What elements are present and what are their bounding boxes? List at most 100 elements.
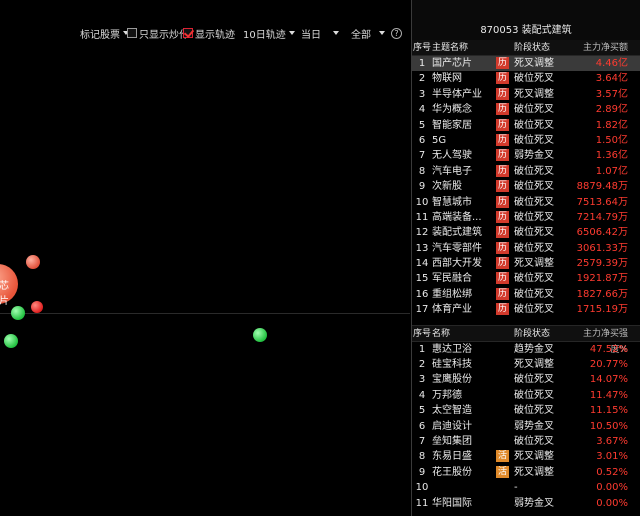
stock-row[interactable]: 1 惠达卫浴 趋势金叉 47.52% bbox=[412, 342, 640, 357]
row-value: 8879.48万 bbox=[576, 181, 628, 193]
row-value: 1.07亿 bbox=[595, 165, 628, 177]
theme-row[interactable]: 6 5G 历破位死叉 1.50亿 bbox=[412, 133, 640, 148]
theme-table-header: 序号 主题名称 阶段状态 主力净买额 bbox=[412, 40, 640, 56]
theme-row[interactable]: 16 重组松绑 历破位死叉 1827.66万 bbox=[412, 287, 640, 302]
history-badge[interactable]: 历 bbox=[496, 210, 509, 223]
row-name: 万邦德 bbox=[432, 389, 462, 401]
theme-row[interactable]: 14 西部大开发 历死叉调整 2579.39万 bbox=[412, 256, 640, 271]
history-badge[interactable]: 历 bbox=[496, 257, 509, 270]
history-badge[interactable]: 活 bbox=[496, 465, 509, 478]
stock-row[interactable]: 11 华阳国际 弱势金叉 0.00% bbox=[412, 496, 640, 511]
history-badge[interactable]: 历 bbox=[496, 180, 509, 193]
zero-axis-line bbox=[0, 313, 410, 314]
row-no: 6 bbox=[418, 420, 426, 432]
history-badge[interactable]: 历 bbox=[496, 303, 509, 316]
theme-row[interactable]: 9 次新股 历破位死叉 8879.48万 bbox=[412, 179, 640, 194]
row-no: 11 bbox=[415, 497, 429, 509]
history-badge[interactable]: 历 bbox=[496, 272, 509, 285]
bubble-orange[interactable] bbox=[26, 255, 40, 269]
show-track-checkbox[interactable] bbox=[183, 28, 193, 38]
stock-row[interactable]: 4 万邦德 破位死叉 11.47% bbox=[412, 388, 640, 403]
period-dropdown[interactable]: 当日 bbox=[301, 24, 339, 42]
theme-row[interactable]: 5 智能家居 历破位死叉 1.82亿 bbox=[412, 118, 640, 133]
track-days-dropdown[interactable]: 10日轨迹 bbox=[243, 24, 295, 42]
theme-row[interactable]: 3 半导体产业 历死叉调整 3.57亿 bbox=[412, 87, 640, 102]
history-badge[interactable]: 活 bbox=[496, 450, 509, 463]
row-value: 47.52% bbox=[589, 343, 628, 355]
header-stage: 阶段状态 bbox=[514, 43, 551, 53]
row-tag-cell bbox=[496, 342, 514, 357]
row-stage: 破位死叉 bbox=[514, 211, 554, 223]
row-tag-cell bbox=[496, 419, 514, 434]
row-name: 硅宝科技 bbox=[432, 359, 472, 371]
row-tag-cell: 历 bbox=[496, 241, 514, 256]
theme-row[interactable]: 1 国产芯片 历死叉调整 4.46亿 bbox=[412, 56, 640, 72]
row-tag-cell: 历 bbox=[496, 102, 514, 117]
history-badge[interactable]: 历 bbox=[496, 87, 509, 100]
stock-row[interactable]: 6 启迪设计 弱势金叉 10.50% bbox=[412, 419, 640, 434]
history-badge[interactable]: 历 bbox=[496, 164, 509, 177]
scope-dropdown[interactable]: 全部 bbox=[351, 24, 385, 42]
stock-row[interactable]: 2 硅宝科技 死叉调整 20.77% bbox=[412, 357, 640, 372]
bubble-large-orange[interactable]: 芯片 bbox=[0, 264, 18, 307]
theme-row[interactable]: 13 汽车零部件 历破位死叉 3061.33万 bbox=[412, 241, 640, 256]
header-stage: 阶段状态 bbox=[514, 328, 551, 339]
theme-row[interactable]: 4 华为概念 历破位死叉 2.89亿 bbox=[412, 102, 640, 117]
row-name: 5G bbox=[432, 134, 447, 146]
row-value: 1827.66万 bbox=[576, 288, 628, 300]
row-value: 11.15% bbox=[589, 405, 628, 417]
row-no: 11 bbox=[415, 211, 429, 223]
theme-row[interactable]: 12 装配式建筑 历破位死叉 6506.42万 bbox=[412, 225, 640, 240]
bubble-chart-area[interactable]: 标记股票 只显示炒作 显示轨迹 10日轨迹 当日 全部 ? 芯片 bbox=[0, 0, 410, 516]
chevron-down-icon bbox=[379, 31, 385, 35]
row-name: 花王股份 bbox=[432, 466, 472, 478]
theme-row[interactable]: 11 高端装备... 历破位死叉 7214.79万 bbox=[412, 210, 640, 225]
history-badge[interactable]: 历 bbox=[496, 195, 509, 208]
theme-row[interactable]: 7 无人驾驶 历弱势金叉 1.36亿 bbox=[412, 148, 640, 163]
show-track-toggle[interactable]: 显示轨迹 bbox=[183, 24, 235, 42]
mark-stocks-dropdown[interactable]: 标记股票 bbox=[80, 24, 129, 42]
theme-row[interactable]: 10 智慧城市 历破位死叉 7513.64万 bbox=[412, 195, 640, 210]
history-badge[interactable]: 历 bbox=[496, 287, 509, 300]
history-badge[interactable]: 历 bbox=[496, 149, 509, 162]
row-value: 3.57亿 bbox=[595, 88, 628, 100]
bubble-red[interactable] bbox=[31, 301, 43, 313]
row-no: 1 bbox=[418, 58, 426, 69]
help-button[interactable]: ? bbox=[391, 24, 402, 42]
row-name: 国产芯片 bbox=[432, 58, 472, 69]
row-name: 装配式建筑 bbox=[432, 227, 482, 239]
row-stage: 死叉调整 bbox=[514, 451, 554, 463]
stock-row[interactable]: 3 宝鹰股份 破位死叉 14.07% bbox=[412, 372, 640, 387]
bubble-green[interactable] bbox=[253, 328, 267, 342]
stock-row[interactable]: 8 东易日盛 活死叉调整 3.01% bbox=[412, 449, 640, 464]
history-badge[interactable]: 历 bbox=[496, 118, 509, 131]
row-stage: 破位死叉 bbox=[514, 435, 554, 447]
row-stage: 破位死叉 bbox=[514, 119, 554, 131]
header-value[interactable]: 主力净买强度% bbox=[572, 326, 640, 355]
header-name: 名称 bbox=[432, 328, 451, 339]
theme-row[interactable]: 2 物联网 历破位死叉 3.64亿 bbox=[412, 71, 640, 86]
stock-row[interactable]: 10 - 0.00% bbox=[412, 480, 640, 495]
header-value[interactable]: 主力净买额 bbox=[572, 40, 640, 55]
only-speculation-toggle[interactable]: 只显示炒作 bbox=[127, 24, 189, 42]
history-badge[interactable]: 历 bbox=[496, 241, 509, 254]
bubble-green[interactable] bbox=[11, 306, 25, 320]
history-badge[interactable]: 历 bbox=[496, 103, 509, 116]
history-badge[interactable]: 历 bbox=[496, 133, 509, 146]
row-value: 10.50% bbox=[589, 420, 628, 432]
row-stage: 破位死叉 bbox=[514, 273, 554, 285]
history-badge[interactable]: 历 bbox=[496, 72, 509, 85]
theme-row[interactable]: 8 汽车电子 历破位死叉 1.07亿 bbox=[412, 164, 640, 179]
row-no: 14 bbox=[415, 258, 429, 270]
stock-row[interactable]: 5 太空智造 破位死叉 11.15% bbox=[412, 403, 640, 418]
stock-row[interactable]: 7 垒知集团 破位死叉 3.67% bbox=[412, 434, 640, 449]
bubble-green[interactable] bbox=[4, 334, 18, 348]
theme-row[interactable]: 17 体育产业 历破位死叉 1715.19万 bbox=[412, 302, 640, 317]
only-speculation-checkbox[interactable] bbox=[127, 28, 137, 38]
theme-row[interactable]: 15 军民融合 历破位死叉 1921.87万 bbox=[412, 271, 640, 286]
row-stage: 弱势金叉 bbox=[514, 420, 554, 432]
history-badge[interactable]: 历 bbox=[496, 57, 509, 69]
row-stage: 破位死叉 bbox=[514, 389, 554, 401]
history-badge[interactable]: 历 bbox=[496, 226, 509, 239]
stock-row[interactable]: 9 花王股份 活死叉调整 0.52% bbox=[412, 465, 640, 480]
